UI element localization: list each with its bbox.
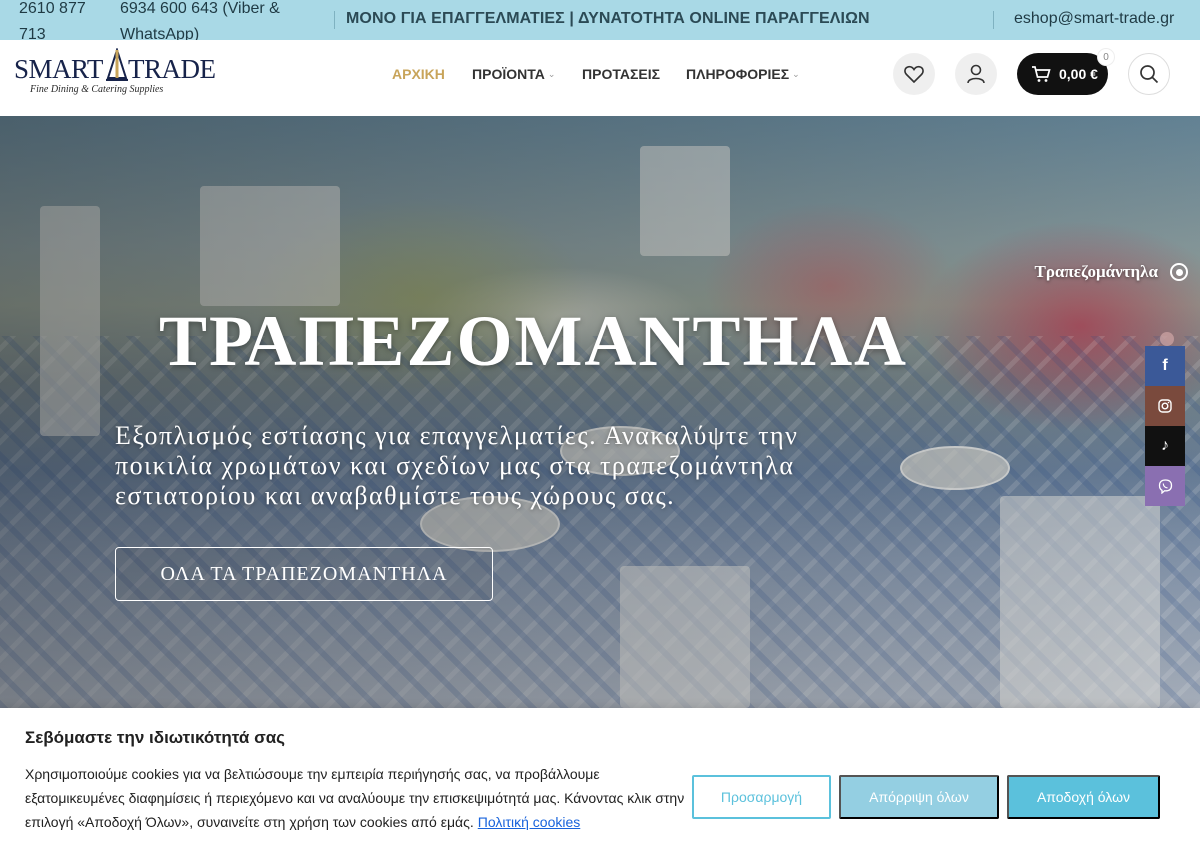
facebook-icon[interactable]: f [1145, 346, 1185, 386]
logo-sail-icon [106, 48, 128, 81]
reject-all-button[interactable]: Απόρριψη όλων [839, 775, 999, 819]
hero-title: ΤΡΑΠΕΖΟΜΑΝΤΗΛΑ [159, 301, 909, 381]
top-info-bar: 2610 877 713 6934 600 643 (Viber & Whats… [0, 0, 1200, 43]
customize-button[interactable]: Προσαρμογή [692, 775, 831, 819]
main-nav: ΑΡΧΙΚΗ ΠΡΟΪΟΝΤΑ ⌄ ΠΡΟΤΑΣΕΙΣ ΠΛΗΡΟΦΟΡΙΕΣ ⌄ [392, 66, 800, 82]
wishlist-button[interactable] [893, 53, 935, 95]
nav-item-home[interactable]: ΑΡΧΙΚΗ [392, 66, 472, 82]
tiktok-icon[interactable]: ♪ [1145, 426, 1185, 466]
cart-total: 0,00 € [1059, 66, 1098, 82]
cart-icon [1032, 66, 1051, 82]
hero-overlay [0, 116, 1200, 708]
social-sidebar: f ♪ [1145, 346, 1185, 506]
nav-label: ΠΡΟΪΟΝΤΑ [472, 66, 545, 82]
nav-label: ΠΡΟΤΑΣΕΙΣ [582, 66, 660, 82]
facebook-glyph: f [1162, 357, 1168, 374]
search-button[interactable] [1128, 53, 1170, 95]
slide-label[interactable]: Τραπεζομάντηλα [1035, 262, 1159, 282]
all-tablecloths-button[interactable]: ΟΛΑ ΤΑ ΤΡΑΠΕΖΟΜΑΝΤΗΛΑ [115, 547, 493, 601]
cookie-description: Χρησιμοποιούμε cookies για να βελτιώσουμ… [25, 766, 685, 830]
cookie-title: Σεβόμαστε την ιδιωτικότητά σας [25, 728, 285, 747]
viber-glyph [1158, 478, 1172, 494]
cart-count-badge: 0 [1097, 48, 1115, 66]
account-button[interactable] [955, 53, 997, 95]
accept-all-button[interactable]: Αποδοχή όλων [1007, 775, 1160, 819]
cookie-text: Χρησιμοποιούμε cookies για να βελτιώσουμ… [25, 762, 685, 834]
logo-word-smart: SMART [14, 54, 103, 84]
logo-tagline: Fine Dining & Catering Supplies [30, 84, 164, 95]
user-icon [967, 64, 985, 84]
hero-slider: ΤΡΑΠΕΖΟΜΑΝΤΗΛΑ Εξοπλισμός εστίασης για ε… [0, 116, 1200, 708]
nav-label: ΑΡΧΙΚΗ [392, 66, 445, 82]
slider-navigation: Τραπεζομάντηλα [1035, 262, 1188, 282]
cookie-policy-link[interactable]: Πολιτική cookies [478, 814, 581, 830]
tiktok-glyph: ♪ [1161, 437, 1169, 454]
search-icon [1140, 65, 1159, 84]
slide-dot[interactable] [1160, 332, 1174, 346]
instagram-glyph [1158, 399, 1172, 413]
logo-word-trade: TRADE [128, 54, 216, 84]
hero-description: Εξοπλισμός εστίασης για επαγγελματίες. Α… [115, 421, 799, 510]
promo-message: ΜΟΝΟ ΓΙΑ ΕΠΑΓΓΕΛΜΑΤΙΕΣ | ΔΥΝΑΤΟΤΗΤΑ ONLI… [346, 10, 870, 27]
slide-dot-active[interactable] [1170, 263, 1188, 281]
cookie-consent-banner: Σεβόμαστε την ιδιωτικότητά σας Χρησιμοπο… [0, 708, 1200, 850]
divider [334, 11, 335, 29]
viber-icon[interactable] [1145, 466, 1185, 506]
nav-item-suggestions[interactable]: ΠΡΟΤΑΣΕΙΣ [582, 66, 686, 82]
nav-label: ΠΛΗΡΟΦΟΡΙΕΣ [686, 66, 790, 82]
cart-button[interactable]: 0,00 € 0 [1017, 48, 1115, 95]
nav-item-products[interactable]: ΠΡΟΪΟΝΤΑ ⌄ [472, 66, 582, 82]
site-logo[interactable]: SMART TRADE Fine Dining & Catering Suppl… [14, 48, 216, 98]
instagram-icon[interactable] [1145, 386, 1185, 426]
chevron-down-icon: ⌄ [792, 68, 800, 79]
chevron-down-icon: ⌄ [547, 68, 556, 79]
email-link[interactable]: eshop@smart-trade.gr [1014, 10, 1174, 28]
divider [993, 11, 994, 29]
site-header: SMART TRADE Fine Dining & Catering Suppl… [0, 40, 1200, 116]
nav-item-info[interactable]: ΠΛΗΡΟΦΟΡΙΕΣ ⌄ [686, 66, 800, 82]
heart-icon [904, 65, 924, 83]
